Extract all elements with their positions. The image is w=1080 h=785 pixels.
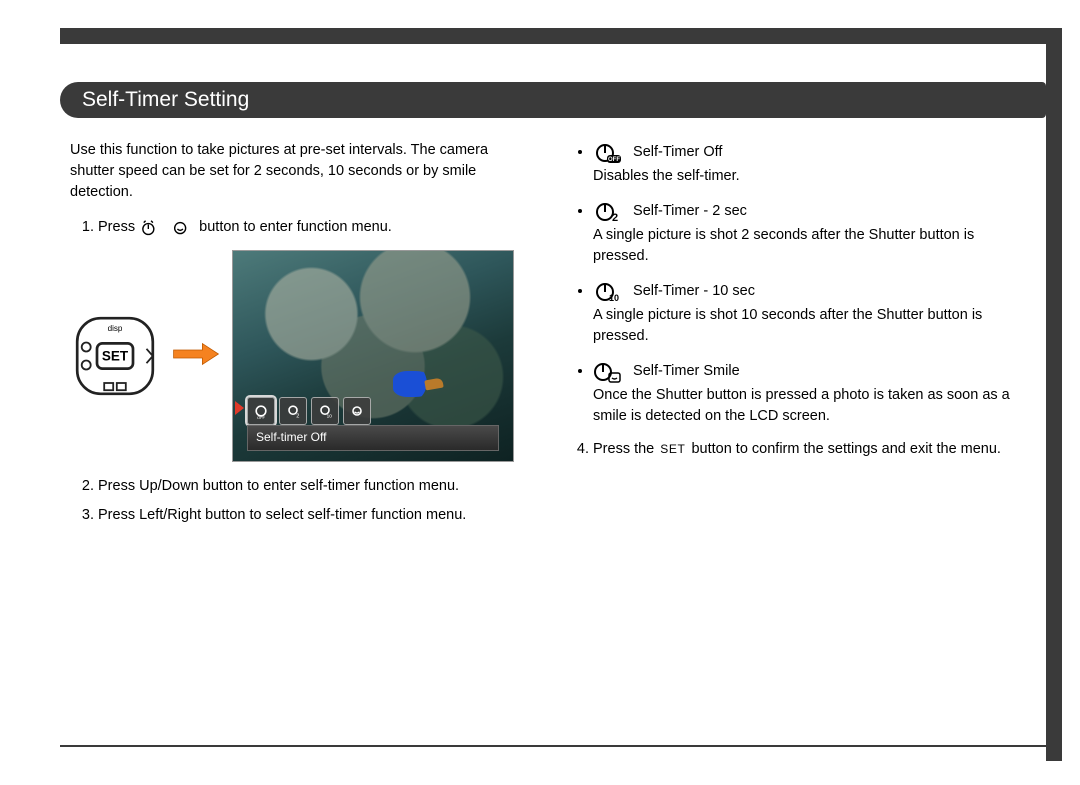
lcd-preview: OFF 2 10 Self-timer Off: [232, 250, 514, 462]
heading-text: Self-Timer Setting: [82, 85, 249, 115]
page-bottom-border: [60, 745, 1062, 747]
dpad-top-text: disp: [108, 324, 123, 333]
step1-text-a: Press: [98, 219, 139, 235]
option-off-icon: OFF: [593, 140, 621, 164]
steps-list-continued: Press Up/Down button to enter self-timer…: [70, 476, 535, 526]
arrow-right-icon: [172, 342, 220, 370]
options-list: OFF Self-Timer Off Disables the self-tim…: [565, 140, 1030, 427]
option-10sec-title: Self-Timer - 10 sec: [633, 283, 755, 299]
option-smile-title: Self-Timer Smile: [633, 363, 740, 379]
left-column: Use this function to take pictures at pr…: [70, 140, 535, 705]
intro-paragraph: Use this function to take pictures at pr…: [70, 140, 535, 203]
svg-text:10: 10: [609, 293, 619, 303]
page-right-border: [1046, 28, 1062, 761]
lcd-option-icons-row: OFF 2 10: [247, 397, 371, 425]
option-smile-icon: [593, 359, 621, 383]
option-off: OFF Self-Timer Off Disables the self-tim…: [593, 140, 1030, 187]
steps-list: Press button to enter function menu.: [70, 217, 535, 238]
page-top-border: [60, 28, 1062, 44]
option-10sec-icon: 10: [593, 279, 621, 303]
svg-text:10: 10: [327, 413, 333, 419]
step-1: Press button to enter function menu.: [98, 217, 535, 238]
svg-text:2: 2: [296, 413, 299, 419]
option-10sec: 10 Self-Timer - 10 sec A single picture …: [593, 279, 1030, 347]
step4-text-a: Press the: [593, 441, 658, 457]
lcd-option-10sec-icon: 10: [311, 397, 339, 425]
lcd-bird-subject: [393, 371, 437, 397]
svg-text:OFF: OFF: [257, 415, 266, 419]
svg-text:2: 2: [612, 212, 618, 223]
option-2sec-desc: A single picture is shot 2 seconds after…: [593, 225, 1030, 267]
steps-list-4: Press the SET button to confirm the sett…: [565, 439, 1030, 460]
option-2sec-title: Self-Timer - 2 sec: [633, 203, 747, 219]
set-inline-label: SET: [658, 441, 687, 458]
instruction-figure: SET disp: [70, 250, 535, 462]
section-heading: Self-Timer Setting: [60, 82, 1046, 118]
timer-button-icon: [141, 218, 163, 236]
lcd-option-off-icon: OFF: [247, 397, 275, 425]
page-number: 33: [1028, 718, 1046, 741]
option-10sec-desc: A single picture is shot 10 seconds afte…: [593, 305, 1030, 347]
step4-text-b: button to confirm the settings and exit …: [691, 441, 1001, 457]
option-off-title: Self-Timer Off: [633, 144, 722, 160]
svg-text:OFF: OFF: [608, 157, 620, 163]
step1-text-b: button to enter function menu.: [199, 219, 392, 235]
lcd-option-label: Self-timer Off: [247, 425, 499, 451]
set-label-text: SET: [102, 349, 129, 364]
step-2: Press Up/Down button to enter self-timer…: [98, 476, 535, 497]
lcd-option-2sec-icon: 2: [279, 397, 307, 425]
option-2sec-icon: 2: [593, 199, 621, 223]
dpad-set-button-icon: SET disp: [70, 311, 160, 401]
option-2sec: 2 Self-Timer - 2 sec A single picture is…: [593, 199, 1030, 267]
lcd-selection-cursor-icon: [235, 401, 244, 415]
step-3: Press Left/Right button to select self-t…: [98, 505, 535, 526]
right-column: OFF Self-Timer Off Disables the self-tim…: [565, 140, 1030, 705]
lcd-option-smile-icon: [343, 397, 371, 425]
option-smile: Self-Timer Smile Once the Shutter button…: [593, 359, 1030, 427]
option-off-desc: Disables the self-timer.: [593, 166, 1030, 187]
smile-button-icon: [171, 218, 193, 236]
step-4: Press the SET button to confirm the sett…: [593, 439, 1030, 460]
option-smile-desc: Once the Shutter button is pressed a pho…: [593, 385, 1030, 427]
